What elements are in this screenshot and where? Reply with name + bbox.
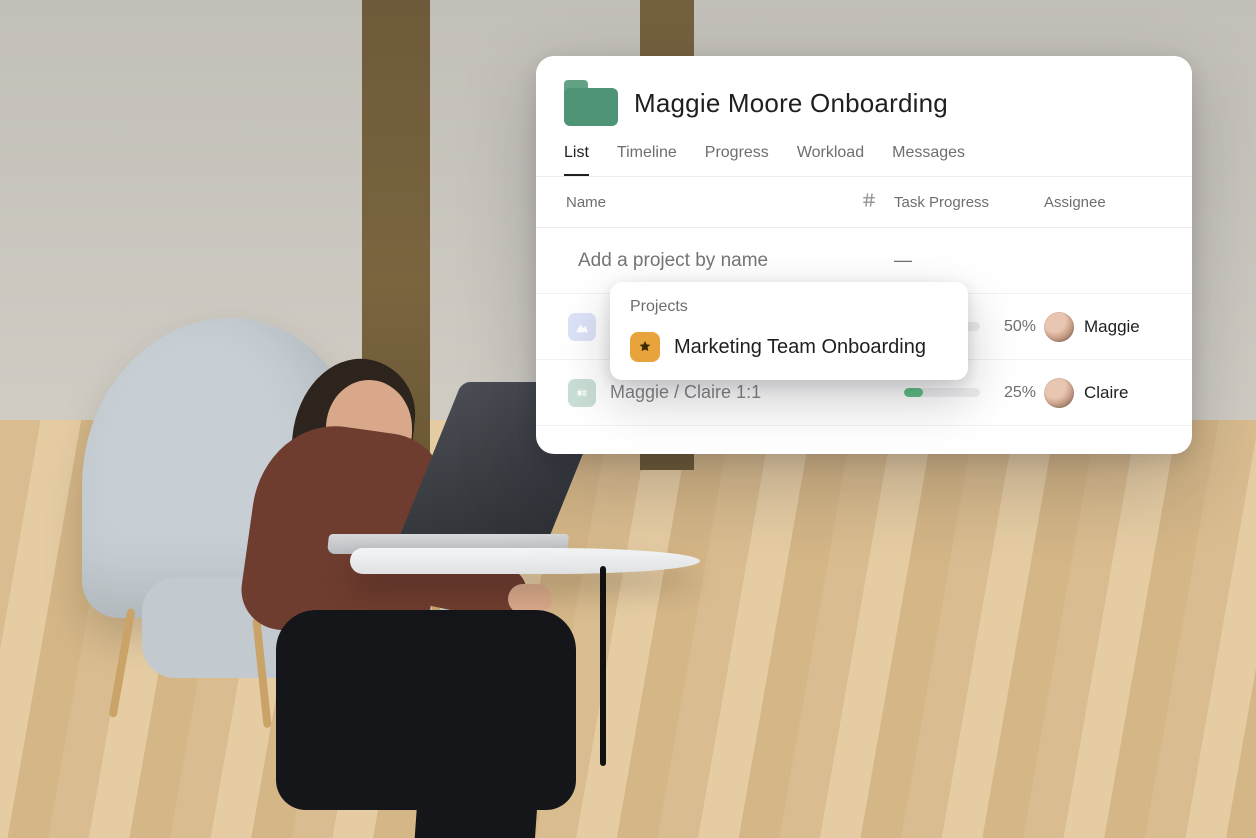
id-card-icon — [568, 379, 596, 407]
avatar — [1044, 312, 1074, 342]
avatar — [1044, 378, 1074, 408]
background-photo: Maggie Moore Onboarding List Timeline Pr… — [0, 0, 1256, 838]
col-assignee: Assignee — [1044, 194, 1174, 211]
assignee-cell[interactable]: Maggie — [1044, 312, 1174, 342]
popover-option[interactable]: Marketing Team Onboarding — [624, 326, 954, 368]
assignee-name: Maggie — [1084, 317, 1140, 337]
progress-fill — [904, 388, 923, 397]
page-title: Maggie Moore Onboarding — [634, 88, 948, 119]
star-icon — [630, 332, 660, 362]
project-card: Maggie Moore Onboarding List Timeline Pr… — [536, 56, 1192, 454]
progress-pct: 50% — [992, 318, 1036, 336]
col-name: Name — [566, 194, 860, 211]
tab-timeline[interactable]: Timeline — [617, 144, 677, 176]
hash-icon[interactable] — [860, 191, 894, 213]
table — [350, 548, 700, 574]
tab-workload[interactable]: Workload — [797, 144, 864, 176]
view-tabs: List Timeline Progress Workload Messages — [536, 134, 1192, 176]
progress-pct: 25% — [992, 384, 1036, 402]
project-autocomplete-popover: Projects Marketing Team Onboarding — [610, 282, 968, 380]
progress-placeholder: — — [894, 250, 1044, 271]
col-task-progress: Task Progress — [894, 194, 1044, 211]
table-leg — [600, 566, 606, 766]
folder-icon — [564, 80, 618, 126]
popover-section-label: Projects — [630, 298, 950, 316]
assignee-cell[interactable]: Claire — [1044, 378, 1174, 408]
tab-messages[interactable]: Messages — [892, 144, 965, 176]
row-name: Maggie / Claire 1:1 — [610, 382, 761, 403]
progress-cell: 25% — [894, 384, 1044, 402]
add-project-input[interactable] — [578, 250, 894, 272]
popover-option-label: Marketing Team Onboarding — [674, 336, 926, 359]
tab-list[interactable]: List — [564, 144, 589, 176]
progress-bar — [904, 388, 980, 397]
mountain-icon — [568, 313, 596, 341]
tab-progress[interactable]: Progress — [705, 144, 769, 176]
assignee-name: Claire — [1084, 383, 1128, 403]
column-headers: Name Task Progress Assignee — [536, 177, 1192, 228]
